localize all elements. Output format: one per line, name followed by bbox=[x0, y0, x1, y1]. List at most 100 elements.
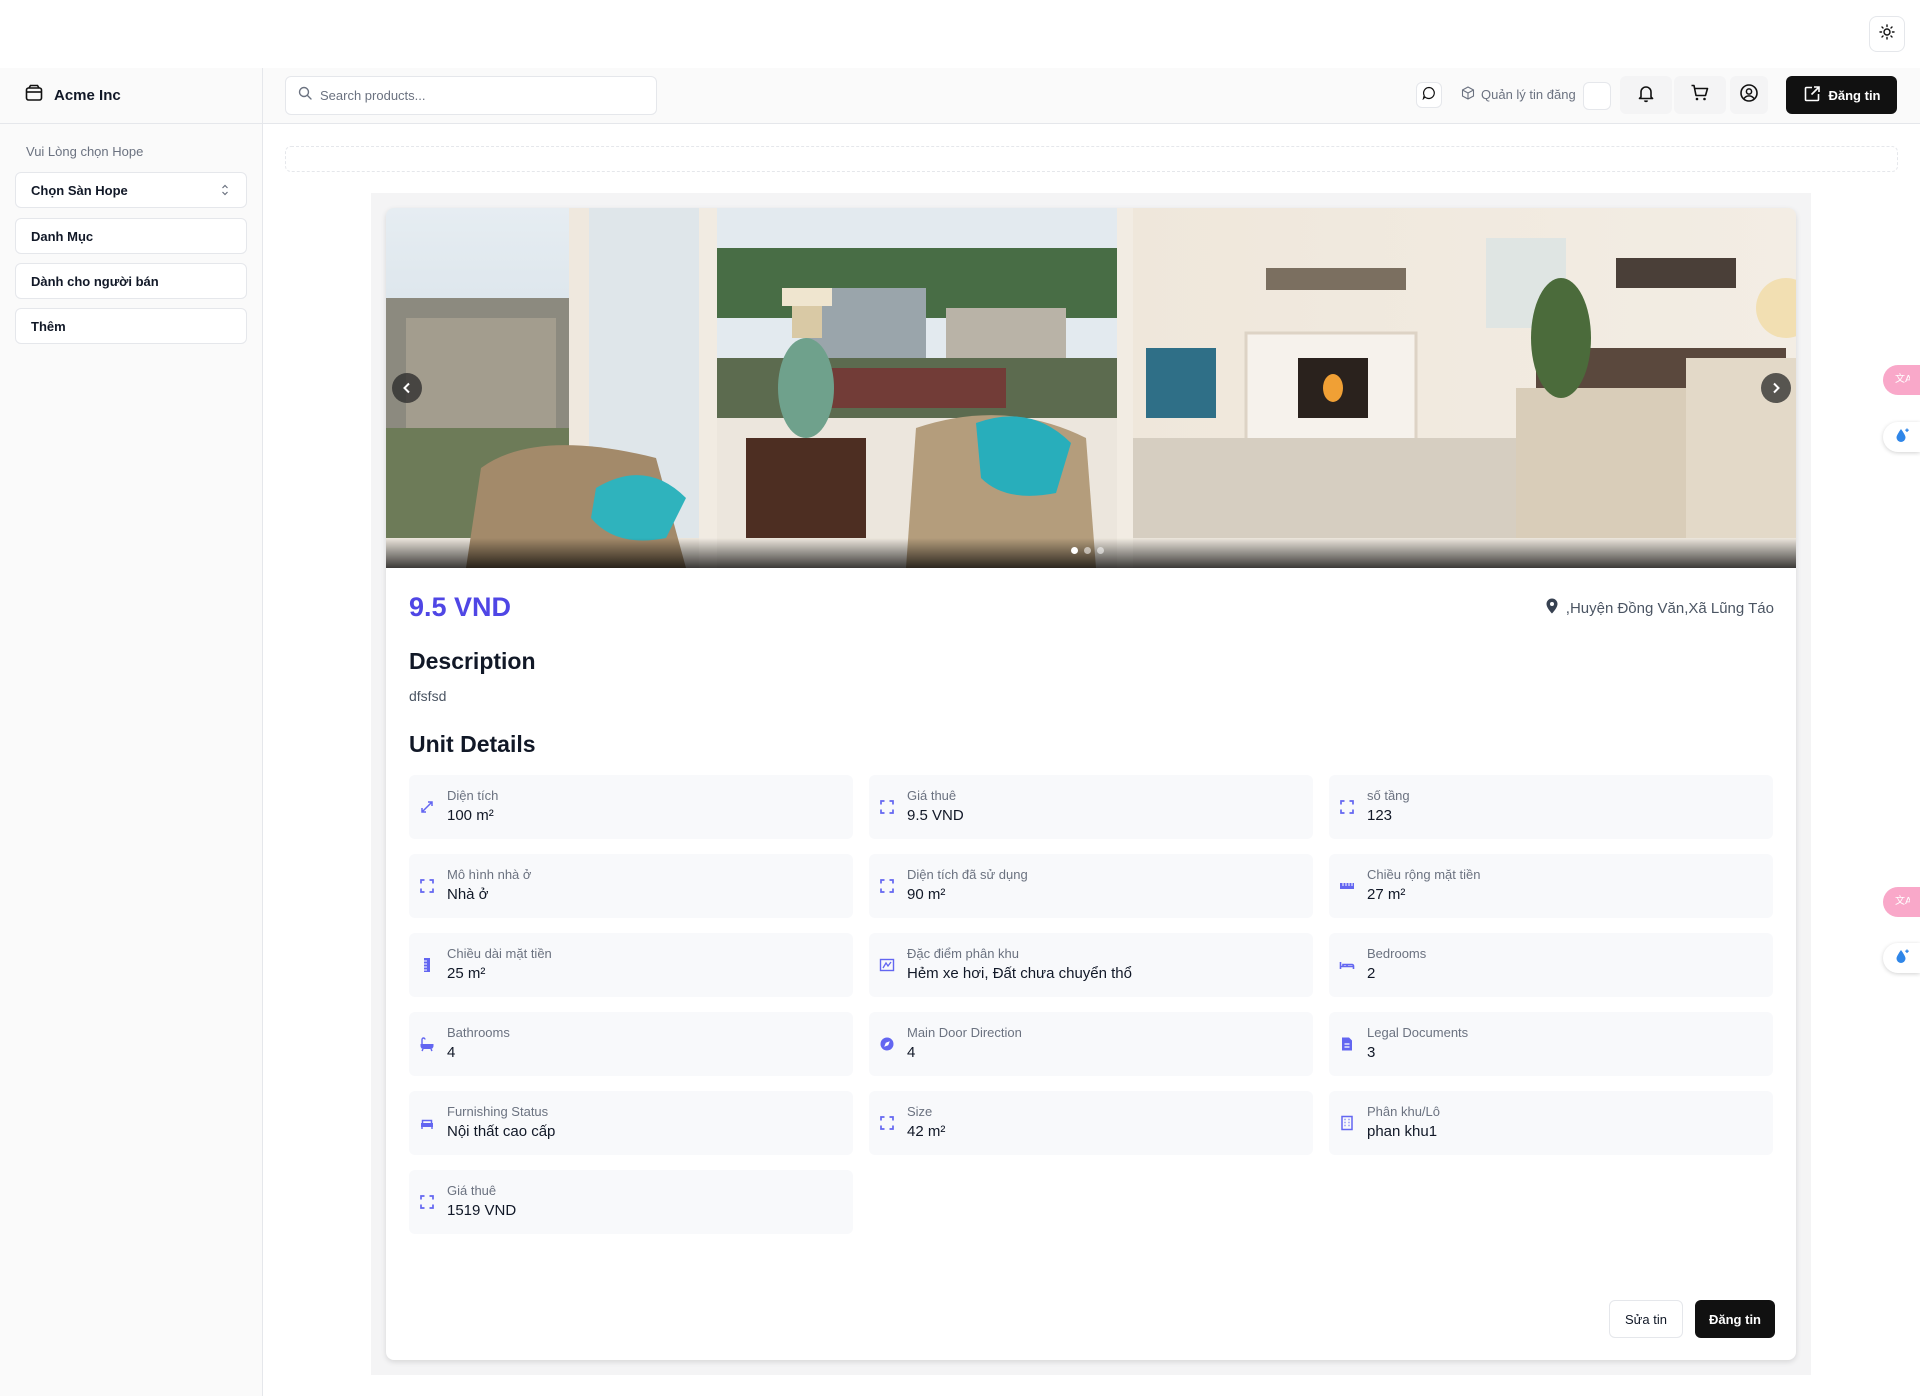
chevron-up-down-icon bbox=[220, 183, 230, 200]
account-button[interactable] bbox=[1730, 76, 1768, 114]
detail-label: Main Door Direction bbox=[907, 1025, 1022, 1040]
carousel-dot[interactable] bbox=[1071, 547, 1078, 554]
detail-label: Size bbox=[907, 1104, 933, 1119]
detail-value: 4 bbox=[447, 1044, 456, 1061]
chat-button[interactable] bbox=[1416, 82, 1442, 108]
message-circle-icon bbox=[1422, 86, 1436, 105]
detail-text: Main Door Direction 4 bbox=[907, 1025, 1022, 1063]
detail-text: Giá thuê 9.5 VND bbox=[907, 788, 964, 826]
detail-text: số tầng 123 bbox=[1367, 788, 1410, 826]
listing-card: 9.5 VND ,Huyện Đồng Văn,Xã Lũng Táo Desc… bbox=[386, 208, 1796, 1360]
map-icon bbox=[879, 957, 895, 973]
sun-icon bbox=[1879, 23, 1895, 45]
frame-corners-icon bbox=[419, 1194, 435, 1210]
detail-value: Nội thất cao cấp bbox=[447, 1123, 556, 1140]
submit-listing-button[interactable]: Đăng tin bbox=[1695, 1300, 1775, 1338]
post-listing-button[interactable]: Đăng tin bbox=[1786, 76, 1897, 114]
svg-text:文A: 文A bbox=[1895, 894, 1910, 907]
detail-value: 27 m² bbox=[1367, 886, 1406, 903]
detail-value: 9.5 VND bbox=[907, 807, 964, 824]
detail-value: 100 m² bbox=[447, 807, 494, 824]
description-text: dfsfsd bbox=[409, 688, 447, 704]
cart-button[interactable] bbox=[1674, 76, 1726, 114]
chevron-left-icon bbox=[401, 382, 413, 394]
detail-item: Chiều rộng mặt tiền 27 m² bbox=[1329, 854, 1773, 918]
sofa-icon bbox=[419, 1115, 435, 1131]
translate-icon: 文A bbox=[1894, 892, 1912, 913]
top-bar bbox=[0, 0, 1920, 68]
detail-text: Bathrooms 4 bbox=[447, 1025, 510, 1063]
detail-text: Diện tích đã sử dụng 90 m² bbox=[907, 867, 1028, 905]
detail-label: Giá thuê bbox=[907, 788, 957, 803]
package-icon bbox=[1461, 86, 1475, 103]
detail-label: Chiều rộng mặt tiền bbox=[1367, 867, 1481, 882]
notifications-button[interactable] bbox=[1620, 76, 1672, 114]
sidebar-item-label: Dành cho người bán bbox=[31, 273, 159, 289]
document-icon bbox=[1339, 1036, 1355, 1052]
carousel-next-button[interactable] bbox=[1761, 373, 1791, 403]
water-drop-icon bbox=[1894, 948, 1910, 969]
carousel-dot[interactable] bbox=[1097, 547, 1104, 554]
detail-label: Phân khu/Lô bbox=[1367, 1104, 1441, 1119]
post-listing-label: Đăng tin bbox=[1828, 87, 1881, 103]
detail-item: Diện tích 100 m² bbox=[409, 775, 853, 839]
detail-item: Furnishing Status Nội thất cao cấp bbox=[409, 1091, 853, 1155]
search-input[interactable] bbox=[320, 88, 620, 103]
carousel-dots bbox=[1071, 547, 1104, 554]
brand[interactable]: Acme Inc bbox=[0, 68, 262, 124]
detail-value: 90 m² bbox=[907, 886, 946, 903]
detail-label: Bedrooms bbox=[1367, 946, 1427, 961]
detail-text: Mô hình nhà ở Nhà ở bbox=[447, 867, 531, 905]
frame-corners-icon bbox=[879, 1115, 895, 1131]
listing-location: ,Huyện Đồng Văn,Xã Lũng Táo bbox=[1546, 598, 1774, 618]
user-circle-icon bbox=[1739, 83, 1759, 108]
image-carousel[interactable] bbox=[386, 208, 1796, 568]
detail-item: Size 42 m² bbox=[869, 1091, 1313, 1155]
hope-select[interactable]: Chọn Sàn Hope bbox=[15, 172, 247, 208]
translate-widget[interactable]: 文A bbox=[1883, 365, 1920, 395]
drop-widget[interactable] bbox=[1883, 422, 1920, 452]
detail-value: 42 m² bbox=[907, 1123, 946, 1140]
listing-price: 9.5 VND bbox=[409, 592, 512, 622]
frame-corners-icon bbox=[879, 878, 895, 894]
edit-listing-button[interactable]: Sửa tin bbox=[1609, 1300, 1683, 1338]
search-box[interactable] bbox=[285, 76, 657, 115]
carousel-prev-button[interactable] bbox=[392, 373, 422, 403]
detail-item: Giá thuê 9.5 VND bbox=[869, 775, 1313, 839]
theme-toggle-button[interactable] bbox=[1869, 16, 1905, 52]
sidebar-item-danh-muc[interactable]: Danh Mục bbox=[15, 218, 247, 254]
drop-widget[interactable] bbox=[1883, 943, 1920, 973]
detail-value: 4 bbox=[907, 1044, 916, 1061]
detail-item: Legal Documents 3 bbox=[1329, 1012, 1773, 1076]
detail-text: Phân khu/Lô phan khu1 bbox=[1367, 1104, 1440, 1142]
detail-text: Bedrooms 2 bbox=[1367, 946, 1426, 984]
translate-widget[interactable]: 文A bbox=[1883, 887, 1920, 917]
detail-label: Diện tích đã sử dụng bbox=[907, 867, 1028, 882]
sidebar-item-label: Thêm bbox=[31, 318, 66, 334]
carousel-dot[interactable] bbox=[1084, 547, 1091, 554]
chevron-right-icon bbox=[1770, 382, 1782, 394]
frame-corners-icon bbox=[1339, 799, 1355, 815]
detail-value: 25 m² bbox=[447, 965, 486, 982]
detail-item: Giá thuê 1519 VND bbox=[409, 1170, 853, 1234]
ruler-vertical-icon bbox=[419, 957, 435, 973]
ruler-horizontal-icon bbox=[1339, 878, 1355, 894]
water-drop-icon bbox=[1894, 427, 1910, 448]
brand-name: Acme Inc bbox=[54, 87, 121, 104]
translate-icon: 文A bbox=[1894, 370, 1912, 391]
sidebar-item-seller[interactable]: Dành cho người bán bbox=[15, 263, 247, 299]
compass-icon bbox=[879, 1036, 895, 1052]
bath-icon bbox=[419, 1036, 435, 1052]
sidebar-item-more[interactable]: Thêm bbox=[15, 308, 247, 344]
detail-item: Đặc điểm phân khu Hẻm xe hơi, Đất chưa ch… bbox=[869, 933, 1313, 997]
manage-listings-link[interactable]: Quản lý tin đăng bbox=[1461, 86, 1576, 103]
listing-photo bbox=[386, 208, 1796, 568]
manage-listings-label: Quản lý tin đăng bbox=[1481, 87, 1576, 102]
frame-corners-icon bbox=[879, 799, 895, 815]
empty-button[interactable] bbox=[1583, 82, 1611, 110]
svg-text:文A: 文A bbox=[1895, 372, 1910, 385]
bell-icon bbox=[1636, 83, 1656, 108]
detail-item: Main Door Direction 4 bbox=[869, 1012, 1313, 1076]
building-icon bbox=[1339, 1115, 1355, 1131]
unit-details-grid: Diện tích 100 m² Giá thuê 9.5 VND số tầng 123… bbox=[409, 775, 1773, 1234]
